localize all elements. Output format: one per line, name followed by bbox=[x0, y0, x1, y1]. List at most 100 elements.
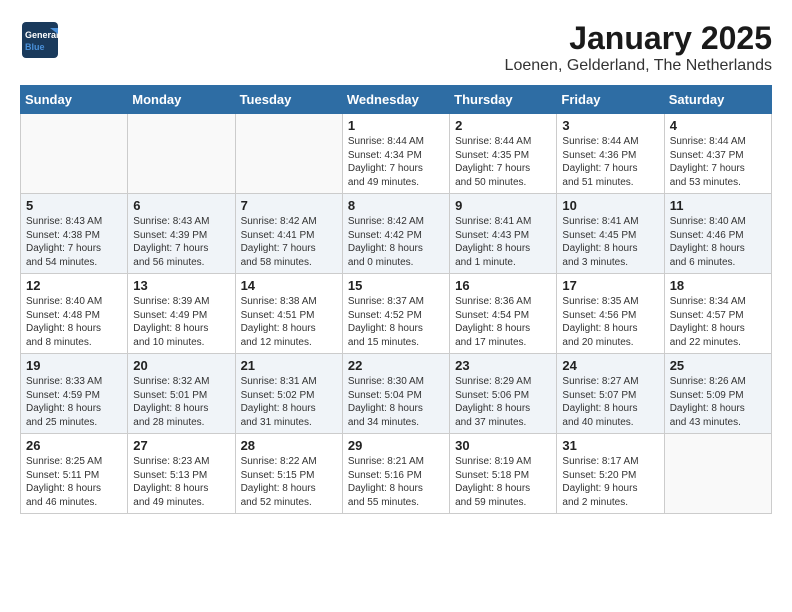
calendar-cell: 10Sunrise: 8:41 AM Sunset: 4:45 PM Dayli… bbox=[557, 194, 664, 274]
day-number: 28 bbox=[241, 438, 337, 453]
week-row-1: 1Sunrise: 8:44 AM Sunset: 4:34 PM Daylig… bbox=[21, 114, 772, 194]
calendar-cell: 3 Sunrise: 8:44 AM Sunset: 4:36 PM Daylig… bbox=[557, 114, 664, 194]
day-number: 24 bbox=[562, 358, 658, 373]
day-content: Sunrise: 8:32 AM Sunset: 5:01 PM Dayligh… bbox=[133, 375, 229, 429]
day-content: Sunrise: 8:42 AM Sunset: 4:41 PM Dayligh… bbox=[241, 215, 337, 269]
calendar-cell: 4 Sunrise: 8:44 AM Sunset: 4:37 PM Daylig… bbox=[664, 114, 771, 194]
day-content: Sunrise: 8:40 AM Sunset: 4:46 PM Dayligh… bbox=[670, 215, 766, 269]
day-content: Sunrise: 8:40 AM Sunset: 4:48 PM Dayligh… bbox=[26, 295, 122, 349]
day-content: Sunrise: 8:41 AM Sunset: 4:43 PM Dayligh… bbox=[455, 215, 551, 269]
calendar-cell: 23 Sunrise: 8:29 AM Sunset: 5:06 PM Dayli… bbox=[450, 354, 557, 434]
svg-text:Blue: Blue bbox=[25, 42, 45, 52]
day-number: 31 bbox=[562, 438, 658, 453]
day-number: 4 bbox=[670, 118, 766, 133]
calendar-cell: 24Sunrise: 8:27 AM Sunset: 5:07 PM Dayli… bbox=[557, 354, 664, 434]
calendar-cell: 13 Sunrise: 8:39 AM Sunset: 4:49 PM Dayli… bbox=[128, 274, 235, 354]
calendar-cell: 5 Sunrise: 8:43 AM Sunset: 4:38 PM Daylig… bbox=[21, 194, 128, 274]
page-header: General Blue January 2025 Loenen, Gelder… bbox=[20, 20, 772, 75]
day-number: 5 bbox=[26, 198, 122, 213]
day-content: Sunrise: 8:44 AM Sunset: 4:34 PM Dayligh… bbox=[348, 135, 444, 189]
calendar-cell: 28 Sunrise: 8:22 AM Sunset: 5:15 PM Dayli… bbox=[235, 434, 342, 514]
calendar-cell: 11 Sunrise: 8:40 AM Sunset: 4:46 PM Dayli… bbox=[664, 194, 771, 274]
day-number: 13 bbox=[133, 278, 229, 293]
day-number: 6 bbox=[133, 198, 229, 213]
weekday-header-friday: Friday bbox=[557, 86, 664, 114]
calendar-cell bbox=[235, 114, 342, 194]
day-content: Sunrise: 8:22 AM Sunset: 5:15 PM Dayligh… bbox=[241, 455, 337, 509]
calendar-cell: 20Sunrise: 8:32 AM Sunset: 5:01 PM Dayli… bbox=[128, 354, 235, 434]
title-block: January 2025 Loenen, Gelderland, The Net… bbox=[505, 20, 772, 75]
calendar-cell bbox=[128, 114, 235, 194]
day-content: Sunrise: 8:44 AM Sunset: 4:35 PM Dayligh… bbox=[455, 135, 551, 189]
day-content: Sunrise: 8:29 AM Sunset: 5:06 PM Dayligh… bbox=[455, 375, 551, 429]
day-content: Sunrise: 8:42 AM Sunset: 4:42 PM Dayligh… bbox=[348, 215, 444, 269]
day-number: 25 bbox=[670, 358, 766, 373]
day-number: 21 bbox=[241, 358, 337, 373]
calendar-cell: 26Sunrise: 8:25 AM Sunset: 5:11 PM Dayli… bbox=[21, 434, 128, 514]
day-number: 16 bbox=[455, 278, 551, 293]
month-title: January 2025 bbox=[505, 20, 772, 57]
calendar-cell: 8Sunrise: 8:42 AM Sunset: 4:42 PM Daylig… bbox=[342, 194, 449, 274]
day-content: Sunrise: 8:43 AM Sunset: 4:39 PM Dayligh… bbox=[133, 215, 229, 269]
weekday-header-saturday: Saturday bbox=[664, 86, 771, 114]
calendar-cell: 22 Sunrise: 8:30 AM Sunset: 5:04 PM Dayli… bbox=[342, 354, 449, 434]
day-content: Sunrise: 8:19 AM Sunset: 5:18 PM Dayligh… bbox=[455, 455, 551, 509]
day-number: 22 bbox=[348, 358, 444, 373]
logo-icon: General Blue bbox=[20, 20, 60, 60]
day-content: Sunrise: 8:31 AM Sunset: 5:02 PM Dayligh… bbox=[241, 375, 337, 429]
day-number: 11 bbox=[670, 198, 766, 213]
day-content: Sunrise: 8:35 AM Sunset: 4:56 PM Dayligh… bbox=[562, 295, 658, 349]
calendar-cell: 21 Sunrise: 8:31 AM Sunset: 5:02 PM Dayli… bbox=[235, 354, 342, 434]
calendar-cell: 18 Sunrise: 8:34 AM Sunset: 4:57 PM Dayli… bbox=[664, 274, 771, 354]
day-number: 9 bbox=[455, 198, 551, 213]
calendar-cell: 2 Sunrise: 8:44 AM Sunset: 4:35 PM Daylig… bbox=[450, 114, 557, 194]
day-number: 17 bbox=[562, 278, 658, 293]
weekday-header-row: SundayMondayTuesdayWednesdayThursdayFrid… bbox=[21, 86, 772, 114]
day-content: Sunrise: 8:30 AM Sunset: 5:04 PM Dayligh… bbox=[348, 375, 444, 429]
day-content: Sunrise: 8:25 AM Sunset: 5:11 PM Dayligh… bbox=[26, 455, 122, 509]
weekday-header-thursday: Thursday bbox=[450, 86, 557, 114]
weekday-header-tuesday: Tuesday bbox=[235, 86, 342, 114]
day-content: Sunrise: 8:38 AM Sunset: 4:51 PM Dayligh… bbox=[241, 295, 337, 349]
calendar-cell: 14Sunrise: 8:38 AM Sunset: 4:51 PM Dayli… bbox=[235, 274, 342, 354]
week-row-2: 5 Sunrise: 8:43 AM Sunset: 4:38 PM Daylig… bbox=[21, 194, 772, 274]
day-content: Sunrise: 8:34 AM Sunset: 4:57 PM Dayligh… bbox=[670, 295, 766, 349]
day-number: 12 bbox=[26, 278, 122, 293]
weekday-header-monday: Monday bbox=[128, 86, 235, 114]
calendar-cell: 17 Sunrise: 8:35 AM Sunset: 4:56 PM Dayli… bbox=[557, 274, 664, 354]
calendar-cell bbox=[664, 434, 771, 514]
day-content: Sunrise: 8:43 AM Sunset: 4:38 PM Dayligh… bbox=[26, 215, 122, 269]
day-content: Sunrise: 8:26 AM Sunset: 5:09 PM Dayligh… bbox=[670, 375, 766, 429]
calendar-cell: 7 Sunrise: 8:42 AM Sunset: 4:41 PM Daylig… bbox=[235, 194, 342, 274]
day-content: Sunrise: 8:17 AM Sunset: 5:20 PM Dayligh… bbox=[562, 455, 658, 509]
day-number: 18 bbox=[670, 278, 766, 293]
week-row-3: 12 Sunrise: 8:40 AM Sunset: 4:48 PM Dayli… bbox=[21, 274, 772, 354]
location-title: Loenen, Gelderland, The Netherlands bbox=[505, 57, 772, 75]
day-content: Sunrise: 8:44 AM Sunset: 4:37 PM Dayligh… bbox=[670, 135, 766, 189]
day-content: Sunrise: 8:41 AM Sunset: 4:45 PM Dayligh… bbox=[562, 215, 658, 269]
day-content: Sunrise: 8:36 AM Sunset: 4:54 PM Dayligh… bbox=[455, 295, 551, 349]
calendar-table: SundayMondayTuesdayWednesdayThursdayFrid… bbox=[20, 85, 772, 514]
calendar-cell: 16 Sunrise: 8:36 AM Sunset: 4:54 PM Dayli… bbox=[450, 274, 557, 354]
calendar-cell: 15Sunrise: 8:37 AM Sunset: 4:52 PM Dayli… bbox=[342, 274, 449, 354]
day-number: 19 bbox=[26, 358, 122, 373]
calendar-cell: 27Sunrise: 8:23 AM Sunset: 5:13 PM Dayli… bbox=[128, 434, 235, 514]
day-number: 30 bbox=[455, 438, 551, 453]
calendar-cell: 19 Sunrise: 8:33 AM Sunset: 4:59 PM Dayli… bbox=[21, 354, 128, 434]
calendar-cell: 9 Sunrise: 8:41 AM Sunset: 4:43 PM Daylig… bbox=[450, 194, 557, 274]
day-number: 29 bbox=[348, 438, 444, 453]
week-row-5: 26Sunrise: 8:25 AM Sunset: 5:11 PM Dayli… bbox=[21, 434, 772, 514]
calendar-cell: 12 Sunrise: 8:40 AM Sunset: 4:48 PM Dayli… bbox=[21, 274, 128, 354]
day-number: 23 bbox=[455, 358, 551, 373]
logo: General Blue bbox=[20, 20, 60, 60]
day-content: Sunrise: 8:37 AM Sunset: 4:52 PM Dayligh… bbox=[348, 295, 444, 349]
day-content: Sunrise: 8:39 AM Sunset: 4:49 PM Dayligh… bbox=[133, 295, 229, 349]
svg-text:General: General bbox=[25, 30, 59, 40]
weekday-header-sunday: Sunday bbox=[21, 86, 128, 114]
day-number: 3 bbox=[562, 118, 658, 133]
day-content: Sunrise: 8:44 AM Sunset: 4:36 PM Dayligh… bbox=[562, 135, 658, 189]
day-content: Sunrise: 8:21 AM Sunset: 5:16 PM Dayligh… bbox=[348, 455, 444, 509]
day-content: Sunrise: 8:33 AM Sunset: 4:59 PM Dayligh… bbox=[26, 375, 122, 429]
day-number: 7 bbox=[241, 198, 337, 213]
day-number: 2 bbox=[455, 118, 551, 133]
